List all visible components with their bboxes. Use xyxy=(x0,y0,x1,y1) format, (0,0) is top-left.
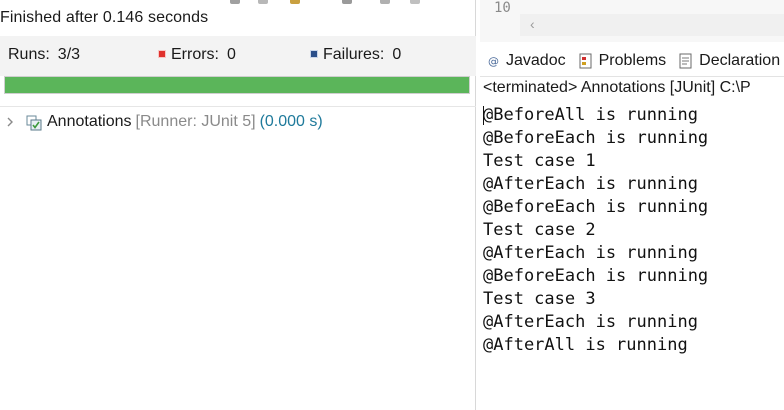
tab-javadoc[interactable]: @ Javadoc xyxy=(488,52,571,70)
runs-label: Runs: xyxy=(8,46,50,63)
failures-value: 0 xyxy=(392,46,402,63)
scroll-left-icon[interactable]: ‹ xyxy=(530,16,535,32)
toolbar-icon[interactable] xyxy=(342,0,352,4)
elapsed-time: (0.000 s) xyxy=(259,113,323,130)
divider xyxy=(480,76,784,77)
runner-label: [Runner: JUnit 5] xyxy=(135,113,256,130)
toolbar-icon[interactable] xyxy=(410,0,420,4)
failures-label: Failures: xyxy=(323,46,385,63)
tab-declaration[interactable]: Declaration xyxy=(679,52,784,70)
console-line: @BeforeEach is running xyxy=(483,266,709,286)
console-header: <terminated> Annotations [JUnit] C:\P xyxy=(483,79,751,96)
tab-label: Problems xyxy=(598,52,667,69)
toolbar-icon[interactable] xyxy=(230,0,240,4)
console-line: @AfterEach is running xyxy=(483,312,698,332)
line-number: 10 xyxy=(494,0,511,16)
errors-value: 0 xyxy=(227,46,236,63)
editor-area[interactable]: 10 ‹ xyxy=(480,0,784,42)
toolbar-icon[interactable] xyxy=(258,0,268,4)
test-suite-icon xyxy=(26,115,42,131)
suite-name: Annotations xyxy=(47,113,132,130)
console-output[interactable]: @BeforeAll is running @BeforeEach is runn… xyxy=(483,104,708,357)
toolbar-icon[interactable] xyxy=(380,0,390,4)
console-line: Test case 1 xyxy=(483,151,596,171)
right-pane: 10 ‹ @ Javadoc Problems Declaration <ter… xyxy=(480,0,784,410)
text-caret xyxy=(483,106,484,125)
junit-toolbar-remnant xyxy=(0,0,476,4)
errors-counter: Errors: 0 xyxy=(159,46,236,64)
console-line: @BeforeEach is running xyxy=(483,197,709,217)
error-icon xyxy=(159,51,165,57)
errors-label: Errors: xyxy=(171,46,219,63)
test-progress-bar xyxy=(4,76,470,94)
problems-icon xyxy=(579,53,593,69)
junit-view: Finished after 0.146 seconds Runs: 3/3 E… xyxy=(0,0,476,410)
toolbar-icon[interactable] xyxy=(290,0,300,4)
declaration-icon xyxy=(679,53,693,69)
eclipse-window: Finished after 0.146 seconds Runs: 3/3 E… xyxy=(0,0,784,410)
svg-text:@: @ xyxy=(488,55,499,67)
console-line: @AfterEach is running xyxy=(483,243,698,263)
chevron-right-icon[interactable] xyxy=(6,116,16,128)
tab-problems[interactable]: Problems xyxy=(579,52,672,70)
console-line: @BeforeAll is running xyxy=(483,105,698,125)
tab-label: Javadoc xyxy=(506,52,566,69)
console-line: Test case 2 xyxy=(483,220,596,240)
runs-counter: Runs: 3/3 xyxy=(8,46,80,64)
tab-label: Declaration xyxy=(699,52,781,69)
horizontal-scrollbar[interactable]: ‹ xyxy=(520,14,784,36)
run-counters: Runs: 3/3 Errors: 0 Failures: 0 xyxy=(0,36,476,76)
run-status-text: Finished after 0.146 seconds xyxy=(0,9,209,26)
failures-counter: Failures: 0 xyxy=(311,46,401,64)
console-line: @AfterAll is running xyxy=(483,335,688,355)
failure-icon xyxy=(311,51,317,57)
test-tree-item[interactable]: Annotations [Runner: JUnit 5] (0.000 s) xyxy=(6,113,323,131)
console-line: @AfterEach is running xyxy=(483,174,698,194)
console-line: @BeforeEach is running xyxy=(483,128,709,148)
console-line: Test case 3 xyxy=(483,289,596,309)
runs-value: 3/3 xyxy=(57,46,81,63)
divider xyxy=(0,106,476,107)
progress-fill xyxy=(5,77,469,93)
at-icon: @ xyxy=(488,55,500,67)
bottom-view-tabs: @ Javadoc Problems Declaration xyxy=(480,46,784,76)
